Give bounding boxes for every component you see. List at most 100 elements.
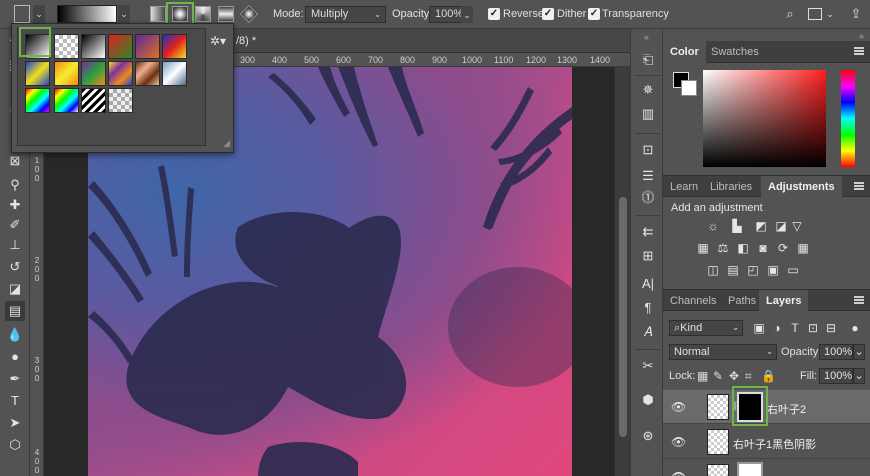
brightness-icon[interactable]: ☼ [705,219,721,233]
gradient-picker-dropdown[interactable]: ⌄ [118,5,130,23]
path-select-icon[interactable]: ➤ [5,413,25,433]
layer-mask-thumbnail[interactable] [737,462,763,476]
workspace-icon[interactable] [808,8,822,20]
fill-slider-button[interactable]: ⌄ [853,368,865,384]
gradient-preset[interactable] [54,34,79,59]
layer-filter-select[interactable]: ⌕Kind ⌄ [669,320,743,336]
gear-icon[interactable]: ✲▾ [210,34,226,48]
transparency-checkbox[interactable]: ✓ [588,8,600,20]
blend-mode-select[interactable]: Normal ⌄ [669,344,777,360]
eye-icon[interactable]: 👁 [671,435,686,449]
search-icon[interactable]: ⌕ [782,6,798,22]
workspace-dropdown[interactable]: ⌄ [824,5,836,23]
type-icon[interactable]: T [5,391,25,411]
linear-gradient-icon[interactable] [150,6,166,22]
gradient-preset[interactable] [54,61,79,86]
invert-icon[interactable]: ◫ [705,263,721,277]
tab-learn[interactable]: Learn [663,176,705,198]
levels-icon[interactable]: ▙ [729,219,745,233]
hue-slider[interactable] [841,70,855,167]
filter-toggle-icon[interactable]: ● [847,321,863,335]
pen-icon[interactable]: ✒ [5,369,25,389]
eye-icon[interactable]: 👁 [671,470,686,476]
panel-menu-icon[interactable] [854,47,864,55]
opacity-slider-button[interactable]: ⌄ [853,344,865,360]
shape-icon[interactable]: ⬡ [5,435,25,455]
share-icon[interactable]: ⇪ [848,6,864,22]
filter-shape-icon[interactable]: ⊡ [805,321,821,335]
lock-all-icon[interactable]: 🔒 [761,369,776,383]
healing-icon[interactable]: ✚ [5,195,25,215]
lock-artboard-icon[interactable]: ⌗ [745,369,752,384]
lock-transparent-icon[interactable]: ▦ [697,369,708,383]
lock-image-icon[interactable]: ✎ [713,369,723,383]
panel-menu-icon[interactable] [854,182,864,190]
gradient-preset[interactable] [54,88,79,113]
diamond-gradient-icon[interactable] [239,4,259,24]
color-field[interactable] [703,70,826,167]
tab-color[interactable]: Color [663,41,706,63]
color-balance-icon[interactable]: ⚖ [715,241,731,255]
glyphs-icon[interactable]: 𝐴 [639,323,657,341]
gradient-preset[interactable] [108,34,133,59]
navigator-icon[interactable]: ✵ [639,81,657,99]
gradient-preview-swatch[interactable] [57,5,117,23]
mode-select[interactable]: Multiply ⌄ [305,6,386,23]
angle-gradient-icon[interactable] [195,6,211,22]
stamp-icon[interactable]: ⊥ [5,235,25,255]
black-white-icon[interactable]: ◧ [735,241,751,255]
collapse-panels-icon[interactable]: » [859,31,864,41]
threshold-icon[interactable]: ◰ [745,263,761,277]
scrollbar-thumb[interactable] [619,197,627,437]
tab-paths[interactable]: Paths [721,290,763,312]
gradient-preset[interactable] [81,88,106,113]
libraries-icon[interactable]: ⊡ [639,141,657,159]
resize-grip-icon[interactable]: ◢ [223,138,230,149]
gradient-preset[interactable] [25,61,50,86]
gradient-preset[interactable] [25,88,50,113]
gradient-preset[interactable] [135,61,160,86]
vertical-scrollbar[interactable] [614,67,630,476]
blur-icon[interactable]: 💧 [5,325,25,345]
tool-presets-icon[interactable]: ✂ [639,357,657,375]
gradient-map-icon[interactable]: ▭ [785,263,801,277]
gradient-preset[interactable] [162,34,187,59]
posterize-icon[interactable]: ▤ [725,263,741,277]
eraser-icon[interactable]: ◪ [5,279,25,299]
frame-icon[interactable]: ⊠ [5,151,25,171]
tab-libraries[interactable]: Libraries [703,176,759,198]
layer-opacity-input[interactable]: 100% [819,344,853,360]
lock-position-icon[interactable]: ✥ [729,369,739,383]
collapse-icon[interactable]: « [644,32,649,42]
gradient-icon[interactable]: ▤ [5,301,25,321]
history-icon[interactable]: ⎗ [639,51,657,69]
character-icon[interactable]: A| [639,275,657,293]
layer-row[interactable]: 👁 [663,460,870,476]
panel-menu-icon[interactable] [854,296,864,304]
reflected-gradient-icon[interactable] [218,6,234,22]
brush-settings-icon[interactable]: ⇇ [639,223,657,241]
dither-checkbox[interactable]: ✓ [542,8,554,20]
gradient-preset[interactable] [135,34,160,59]
curves-icon[interactable]: ◩ [753,219,769,233]
hue-saturation-icon[interactable]: ▦ [695,241,711,255]
exposure-icon[interactable]: ◪ [773,219,789,233]
fill-input[interactable]: 100% [819,368,853,384]
channel-mixer-icon[interactable]: ⟳ [775,241,791,255]
adjustments-icon[interactable]: ☰ [639,167,657,185]
gradient-preset[interactable] [81,61,106,86]
color-lookup-icon[interactable]: ▦ [795,241,811,255]
3d-icon[interactable]: ⬢ [639,391,657,409]
histogram-icon[interactable]: ▥ [639,105,657,123]
reverse-checkbox[interactable]: ✓ [488,8,500,20]
background-color-swatch[interactable] [681,80,697,96]
tab-adjustments[interactable]: Adjustments [761,176,842,198]
styles-icon[interactable]: ⊞ [639,247,657,265]
tab-swatches[interactable]: Swatches [704,41,766,63]
layer-row[interactable]: 👁 右叶子1黑色阴影 [663,425,870,459]
photo-filter-icon[interactable]: ◙ [755,241,771,255]
tab-channels[interactable]: Channels [663,290,723,312]
vibrance-icon[interactable]: ▽ [789,219,805,233]
filter-smart-icon[interactable]: ⊟ [823,321,839,335]
tab-layers[interactable]: Layers [759,290,809,312]
